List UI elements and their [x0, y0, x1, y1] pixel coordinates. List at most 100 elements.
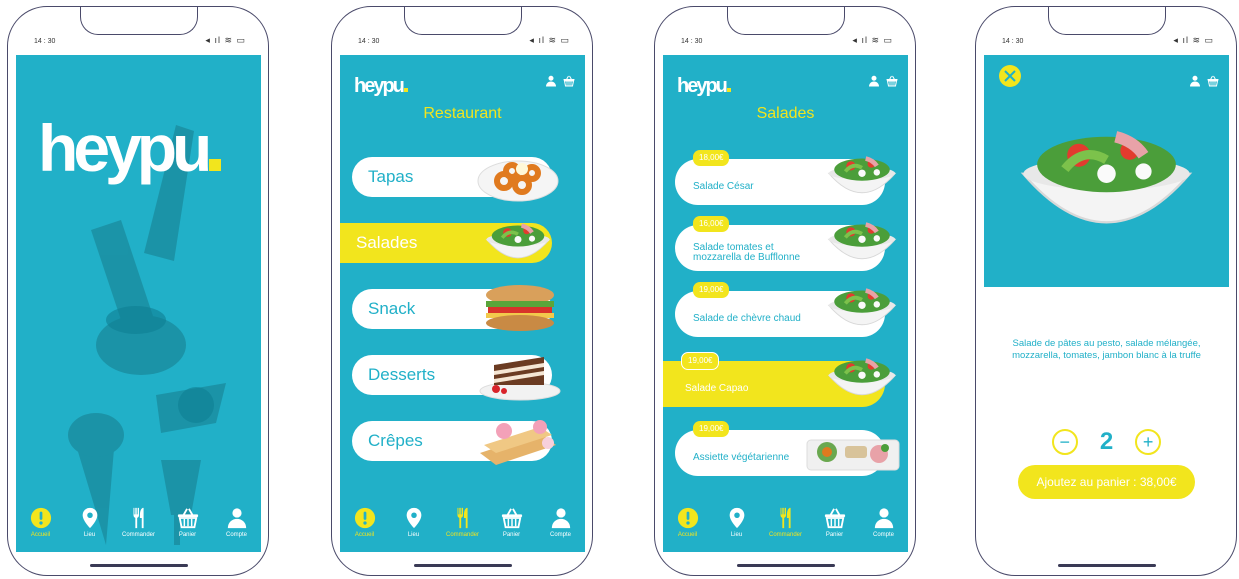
location-pin-icon: [79, 507, 101, 529]
status-indicators: ◂ ıl ≋ ▭: [852, 35, 893, 45]
user-icon: [873, 507, 895, 529]
logo-accent-dot: [403, 88, 408, 92]
bottom-nav: Accueil Lieu Commander Panier Compte: [340, 507, 585, 538]
salad-bowl-image: [474, 215, 562, 271]
user-icon[interactable]: [868, 75, 880, 87]
status-bar: 14 : 30 ◂ ıl ≋ ▭: [332, 33, 592, 51]
nav-item-panier[interactable]: Panier: [165, 507, 211, 538]
user-icon[interactable]: [545, 75, 557, 87]
nav-label: Accueil: [354, 532, 375, 538]
basket-icon[interactable]: [1207, 75, 1219, 87]
nav-item-compte[interactable]: Compte: [538, 507, 584, 538]
nav-label: Accueil: [30, 532, 51, 538]
nav-item-accueil[interactable]: Accueil: [665, 507, 711, 538]
status-indicators: ◂ ıl ≋ ▭: [529, 35, 570, 45]
product-description: Salade de pâtes au pesto, salade mélangé…: [1012, 338, 1201, 361]
status-indicators: ◂ ıl ≋ ▭: [205, 35, 246, 45]
user-icon: [550, 507, 572, 529]
nav-label: Panier: [825, 532, 844, 538]
nav-item-lieu[interactable]: Lieu: [714, 507, 760, 538]
decrease-button[interactable]: −: [1051, 429, 1078, 455]
cake-image: [479, 357, 561, 401]
logo-accent-dot: [209, 159, 222, 171]
salad-card[interactable]: 18,00€ Salade César: [675, 150, 885, 205]
nav-label: Compte: [872, 532, 894, 538]
page-title: Salades: [756, 105, 815, 122]
notch: [404, 7, 522, 35]
basket-icon: [177, 507, 199, 529]
add-to-cart-button[interactable]: Ajoutez au panier : 38,00€: [1018, 465, 1195, 499]
price-badge: 19,00€: [693, 421, 730, 437]
cutlery-icon: [128, 507, 150, 529]
basket-icon[interactable]: [563, 75, 575, 87]
salad-bowl-image: [825, 147, 899, 207]
close-button[interactable]: [999, 65, 1021, 87]
basket-icon[interactable]: [886, 75, 898, 87]
category-crepes[interactable]: Crêpes: [352, 420, 556, 465]
page-title: Restaurant: [423, 105, 502, 122]
nav-item-accueil[interactable]: Accueil: [342, 507, 388, 538]
salades-screen: heypu Salades 18,00€ Salade César 16,00€…: [663, 55, 908, 552]
nav-item-commander[interactable]: Commander: [763, 507, 809, 538]
nav-item-accueil[interactable]: Accueil: [18, 507, 64, 538]
category-desserts[interactable]: Desserts: [352, 355, 561, 401]
notch: [80, 7, 198, 35]
nav-item-commander[interactable]: Commander: [440, 507, 486, 538]
price-badge: 18,00€: [693, 150, 730, 166]
user-icon[interactable]: [1189, 75, 1201, 87]
nav-label: Panier: [178, 532, 197, 538]
bottom-nav: Accueil Lieu Commander Panier Compte: [16, 507, 261, 538]
salad-card[interactable]: 19,00€ Salade de chèvre chaud: [675, 282, 885, 337]
salad-card[interactable]: 16,00€ Salade tomates et mozzarella de B…: [675, 216, 885, 271]
category-label: Crêpes: [368, 431, 423, 450]
nav-item-compte[interactable]: Compte: [861, 507, 907, 538]
home-indicator: [737, 564, 835, 567]
salad-bowl-image: [1014, 93, 1199, 273]
home-indicator: [90, 564, 188, 567]
home-indicator: [414, 564, 512, 567]
nav-item-lieu[interactable]: Lieu: [391, 507, 437, 538]
category-tapas[interactable]: Tapas: [352, 157, 559, 202]
crepe-image: [480, 420, 556, 465]
product-price: 19,00€: [1182, 301, 1219, 315]
salad-card-selected[interactable]: 19,00€ Salade Capao: [663, 352, 885, 407]
category-snack[interactable]: Snack: [352, 285, 554, 331]
alert-icon: [30, 507, 52, 529]
nav-item-commander[interactable]: Commander: [116, 507, 162, 538]
quantity-stepper: − 2 +: [984, 428, 1229, 456]
increase-button[interactable]: +: [1135, 429, 1162, 455]
salad-name: Assiette végétarienne: [693, 452, 790, 463]
nav-item-panier[interactable]: Panier: [489, 507, 535, 538]
brand-logo: heypu: [38, 110, 222, 186]
header-icons: [1189, 75, 1219, 87]
brand-logo-text: heypu: [677, 75, 728, 97]
nav-item-lieu[interactable]: Lieu: [67, 507, 113, 538]
nav-item-compte[interactable]: Compte: [214, 507, 260, 538]
salad-name: Salade César: [693, 181, 754, 192]
nav-label: Lieu: [730, 532, 743, 538]
nav-label: Commander: [768, 532, 802, 538]
nav-label: Lieu: [83, 532, 96, 538]
home-indicator: [1058, 564, 1156, 567]
status-bar: 14 : 30 ◂ ıl ≋ ▭: [8, 33, 268, 51]
header-icons: [868, 75, 898, 87]
salad-name: Salade tomates et mozzarella de Bufflonn…: [693, 242, 801, 263]
salad-bowl-image: [825, 349, 899, 409]
status-time: 14 : 30: [34, 38, 56, 45]
cutlery-icon: [775, 507, 797, 529]
price-badge: 19,00€: [693, 282, 730, 298]
detail-hero: Salade Capao 19,00€: [984, 55, 1229, 315]
status-time: 14 : 30: [681, 38, 703, 45]
nav-item-panier[interactable]: Panier: [812, 507, 858, 538]
status-time: 14 : 30: [1002, 38, 1024, 45]
header-icons: [545, 75, 575, 87]
basket-icon: [501, 507, 523, 529]
salad-name: Salade de chèvre chaud: [693, 313, 801, 324]
brand-logo: heypu: [677, 75, 731, 98]
close-icon: [1004, 70, 1016, 82]
category-salades[interactable]: Salades: [340, 223, 552, 263]
salad-card[interactable]: 19,00€ Assiette végétarienne: [675, 421, 900, 476]
category-label: Snack: [368, 299, 416, 318]
category-label: Tapas: [368, 167, 414, 186]
price-badge: 19,00€: [681, 352, 720, 370]
